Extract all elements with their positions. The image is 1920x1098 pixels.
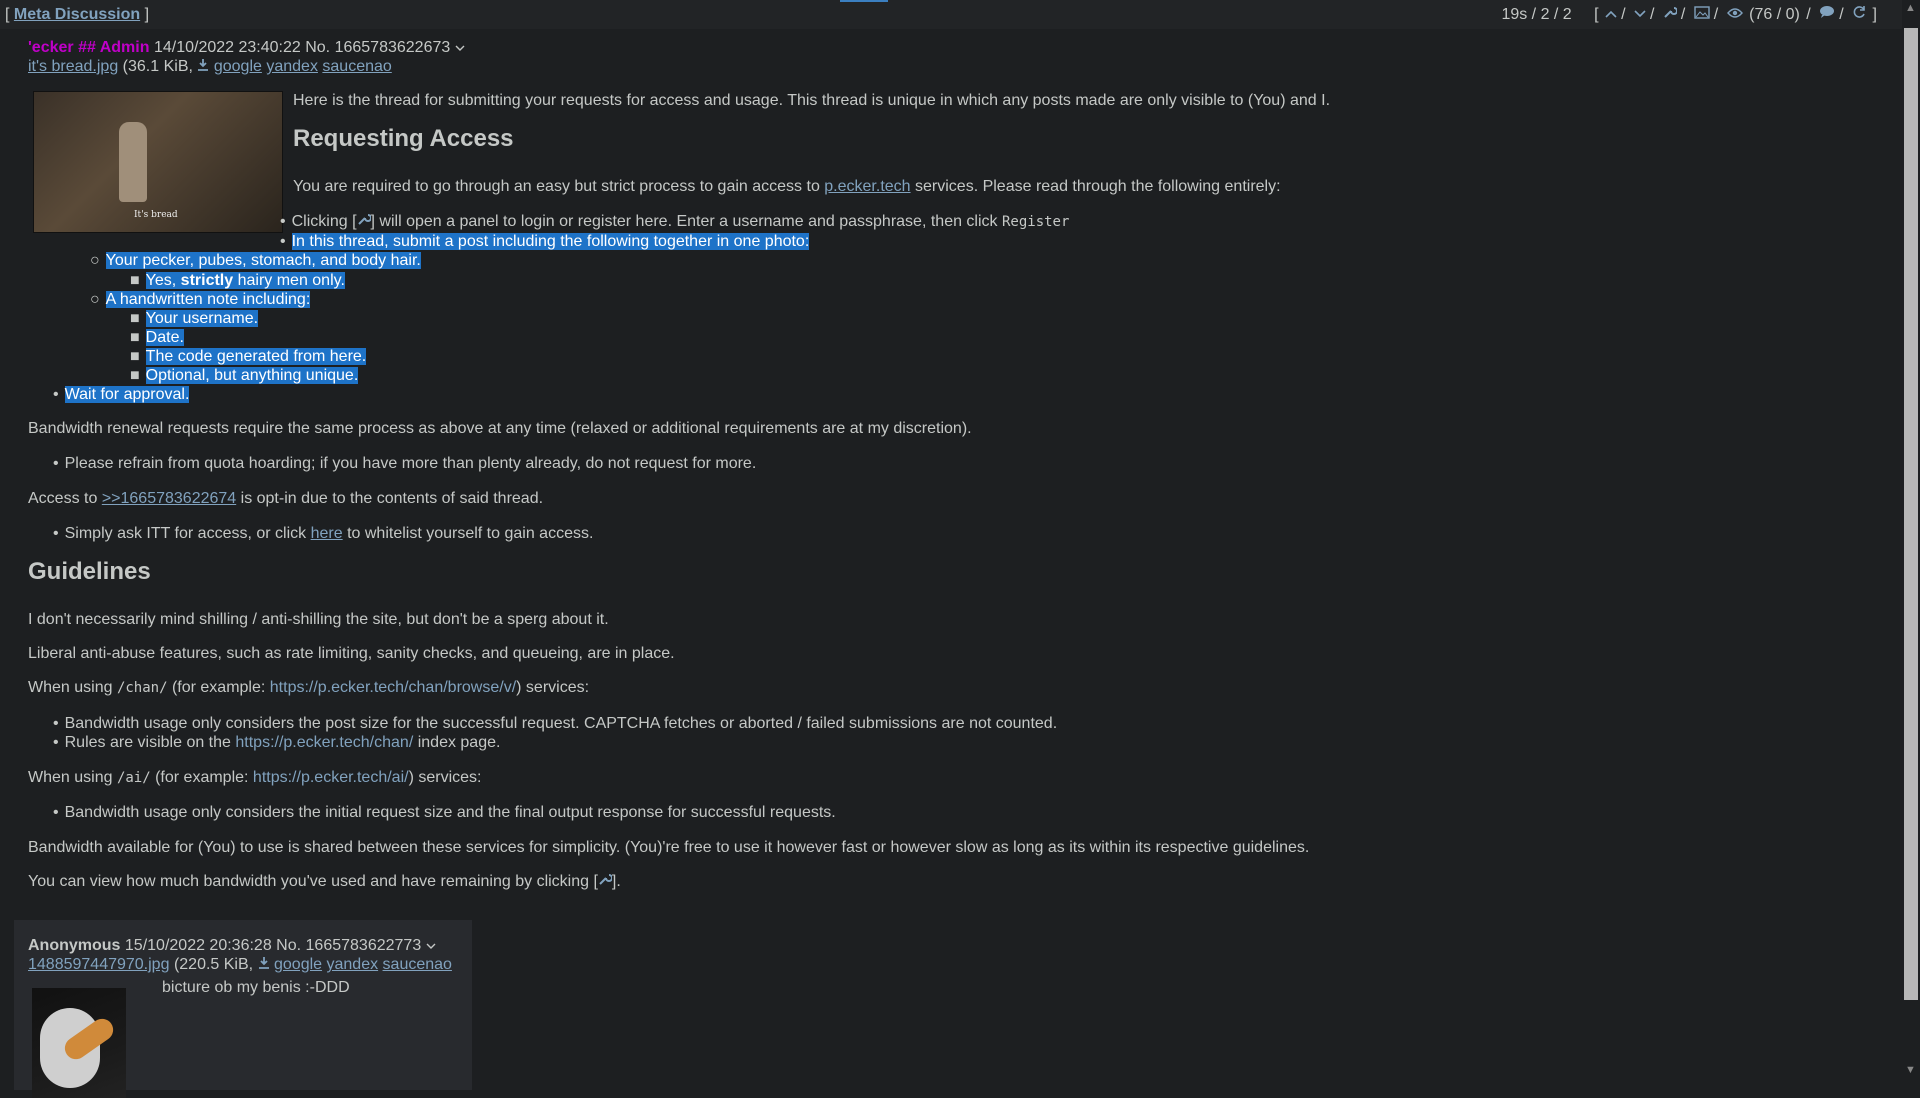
list-item-chan-rules: • Rules are visible on the https://p.ecke…: [53, 734, 501, 751]
thumbnail-figure: [119, 122, 147, 202]
list-item-hairy: ■ Yes, strictly hairy men only.: [130, 272, 345, 289]
guideline-shilling: I don't necessarily mind shilling / anti…: [28, 611, 609, 628]
post-menu-icon[interactable]: [455, 39, 465, 56]
heading-requesting-access: Requesting Access: [293, 125, 514, 152]
list-item-ai-bandwidth: • Bandwidth usage only considers the init…: [53, 804, 836, 821]
post-number[interactable]: 1665783622673: [335, 39, 451, 56]
chan-index-link[interactable]: https://p.ecker.tech/chan/: [235, 734, 413, 751]
google-link[interactable]: google: [214, 58, 262, 75]
saucenao-link[interactable]: saucenao: [322, 58, 391, 75]
eye-icon[interactable]: [1726, 0, 1743, 29]
scrollbar-thumb[interactable]: [1904, 28, 1918, 1000]
list-item-note: ○ A handwritten note including:: [90, 291, 311, 308]
ai-link[interactable]: https://p.ecker.tech/ai/: [253, 769, 409, 786]
post-menu-icon[interactable]: [426, 937, 436, 954]
access-to-text: Access to >>1665783622674 is opt-in due …: [28, 490, 544, 507]
poster-name: Anonymous: [28, 937, 121, 954]
intro-text: Here is the thread for submitting your r…: [293, 92, 1331, 109]
view-bandwidth-text: You can view how much bandwidth you've u…: [28, 872, 621, 891]
board-link[interactable]: Meta Discussion: [14, 6, 140, 23]
scrollbar[interactable]: ▲ ▼: [1902, 0, 1920, 1080]
wrench-icon[interactable]: [357, 212, 372, 231]
post-number[interactable]: 1665783622773: [306, 937, 422, 954]
google-link[interactable]: google: [274, 956, 322, 973]
yandex-link[interactable]: yandex: [266, 58, 318, 75]
bandwidth-renewal-text: Bandwidth renewal requests require the s…: [28, 420, 972, 437]
scroll-down-icon[interactable]: ▼: [1905, 1064, 1916, 1076]
list-item-clicking: • Clicking [ ] will open a panel to login…: [280, 212, 1070, 231]
access-paragraph: You are required to go through an easy b…: [293, 178, 1281, 195]
register-code: Register: [1001, 214, 1070, 230]
list-item-date: ■ Date.: [130, 329, 184, 346]
op-thumbnail[interactable]: It's bread: [33, 91, 283, 233]
post-no-label: No.: [305, 39, 331, 56]
whitelist-link[interactable]: here: [311, 525, 343, 542]
reply-post: Anonymous 15/10/2022 20:36:28 No. 166578…: [14, 920, 472, 1098]
list-item-chan-bandwidth: • Bandwidth usage only considers the post…: [53, 715, 1058, 732]
saucenao-link[interactable]: saucenao: [383, 956, 452, 973]
list-item-optional: ■ Optional, but anything unique.: [130, 367, 359, 384]
image-icon[interactable]: [1694, 0, 1710, 29]
reply-file-info: 1488597447970.jpg (220.5 KiB, google yan…: [28, 955, 452, 974]
file-size: (36.1 KiB,: [122, 58, 193, 75]
post-datetime: 14/10/2022 23:40:22: [153, 39, 301, 56]
post-no-label: No.: [276, 937, 302, 954]
poster-name: 'ecker ## Admin: [28, 39, 150, 56]
shared-bandwidth-text: Bandwidth available for (You) to use is …: [28, 839, 1310, 856]
thread-quote-link[interactable]: >>1665783622674: [102, 490, 236, 507]
op-file-info: it's bread.jpg (36.1 KiB, google yandex …: [28, 57, 1888, 76]
chan-browse-link[interactable]: https://p.ecker.tech/chan/browse/v/: [270, 679, 516, 696]
reply-post-header: Anonymous 15/10/2022 20:36:28 No. 166578…: [28, 936, 436, 955]
post-counts: (76 / 0): [1749, 6, 1800, 23]
reply-comment: bicture ob my benis :-DDD: [162, 979, 350, 996]
chan-usage-text: When using /chan/ (for example: https://…: [28, 679, 590, 696]
board-nav: [ Meta Discussion ]: [5, 6, 150, 23]
tab-indicator: [840, 0, 888, 2]
file-size: (220.5 KiB,: [173, 956, 254, 973]
ai-usage-text: When using /ai/ (for example: https://p.…: [28, 769, 482, 786]
wrench-icon[interactable]: [598, 872, 613, 891]
up-arrow-icon[interactable]: [1605, 0, 1617, 29]
yandex-link[interactable]: yandex: [327, 956, 379, 973]
guideline-anti-abuse: Liberal anti-abuse features, such as rat…: [28, 645, 675, 662]
thread-stats: 19s / 2 / 2 [ / / / / (76 / 0) / / ]: [1501, 0, 1877, 29]
file-name-link[interactable]: 1488597447970.jpg: [28, 956, 169, 973]
download-icon[interactable]: [197, 58, 213, 75]
post-datetime: 15/10/2022 20:36:28: [124, 937, 272, 954]
op-post: 'ecker ## Admin 14/10/2022 23:40:22 No. …: [28, 38, 1888, 890]
heading-guidelines: Guidelines: [28, 558, 151, 585]
list-item-submit: • In this thread, submit a post including…: [280, 233, 810, 250]
down-arrow-icon[interactable]: [1634, 0, 1646, 29]
list-item-code: ■ The code generated from here.: [130, 348, 367, 365]
op-post-header: 'ecker ## Admin 14/10/2022 23:40:22 No. …: [28, 38, 1888, 57]
wrench-icon[interactable]: [1663, 0, 1678, 29]
list-item-username: ■ Your username.: [130, 310, 259, 327]
chat-bubble-icon[interactable]: [1819, 0, 1835, 29]
list-item-pecker: ○ Your pecker, pubes, stomach, and body h…: [90, 252, 421, 269]
scroll-up-icon[interactable]: ▲: [1905, 2, 1916, 14]
reply-thumbnail[interactable]: [32, 988, 126, 1098]
thumbnail-caption: It's bread: [134, 210, 178, 220]
thread-stats-text: 19s / 2 / 2: [1501, 6, 1572, 23]
p-ecker-tech-link[interactable]: p.ecker.tech: [824, 178, 910, 195]
list-item-wait: • Wait for approval.: [53, 386, 190, 403]
list-item-hoarding: • Please refrain from quota hoarding; if …: [53, 455, 757, 472]
file-name-link[interactable]: it's bread.jpg: [28, 58, 118, 75]
list-item-itt: • Simply ask ITT for access, or click her…: [53, 525, 594, 542]
refresh-icon[interactable]: [1852, 0, 1866, 29]
download-icon[interactable]: [258, 956, 274, 973]
top-bar: [ Meta Discussion ] 19s / 2 / 2 [ / / / …: [0, 0, 1902, 29]
